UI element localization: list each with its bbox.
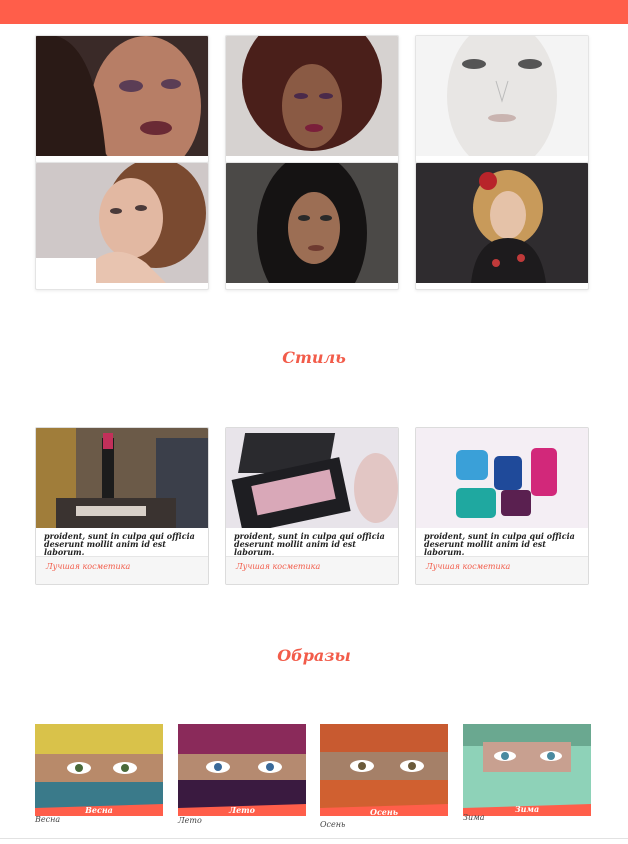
season-caption-spring: Весна [35, 815, 61, 824]
season-label-summer: Лето [229, 805, 255, 815]
season-label-spring: Весна [85, 805, 113, 815]
top-bar [0, 0, 628, 24]
cosmetics-link-3[interactable]: Лучшая косметика [426, 562, 510, 571]
section-title-looks: Образы [277, 646, 351, 665]
cosmetics-text-1: proident, sunt in culpa qui officia dese… [44, 531, 195, 557]
cosmetics-image-3 [416, 428, 588, 528]
season-image-winter [463, 724, 591, 808]
cosmetics-card-1[interactable]: proident, sunt in culpa qui officia dese… [35, 427, 209, 585]
cosmetics-text-2: proident, sunt in culpa qui officia dese… [234, 531, 385, 557]
bottom-divider [0, 838, 628, 839]
cosmetics-card-3[interactable]: proident, sunt in culpa qui officia dese… [415, 427, 589, 585]
season-card-spring[interactable]: Весна [35, 724, 163, 816]
portrait-card-2[interactable] [225, 35, 399, 163]
cosmetics-link-2[interactable]: Лучшая косметика [236, 562, 320, 571]
season-card-autumn[interactable]: Осень [320, 724, 448, 817]
cosmetics-image-1 [36, 428, 208, 528]
season-card-summer[interactable]: Лето [178, 724, 306, 816]
season-caption-autumn: Осень [320, 820, 346, 829]
portrait-image-2 [226, 36, 398, 156]
portrait-card-6[interactable] [415, 162, 589, 290]
portrait-card-3[interactable] [415, 35, 589, 163]
season-caption-summer: Лето [178, 816, 202, 825]
portrait-card-1[interactable] [35, 35, 209, 163]
cosmetics-text-3: proident, sunt in culpa qui officia dese… [424, 531, 575, 557]
cosmetics-card-2[interactable]: proident, sunt in culpa qui officia dese… [225, 427, 399, 585]
portrait-image-1 [36, 36, 208, 156]
cosmetics-link-1[interactable]: Лучшая косметика [46, 562, 130, 571]
portrait-image-4 [36, 163, 208, 283]
season-caption-winter: Зима [463, 813, 485, 822]
section-title-style: Стиль [282, 348, 346, 367]
cosmetics-image-2 [226, 428, 398, 528]
season-image-spring [35, 724, 163, 808]
season-image-summer [178, 724, 306, 808]
portrait-card-4[interactable] [35, 162, 209, 290]
season-card-winter[interactable]: Зима [463, 724, 591, 816]
portrait-card-5[interactable] [225, 162, 399, 290]
season-label-autumn: Осень [369, 807, 399, 817]
portrait-image-3 [416, 36, 588, 156]
portrait-image-6 [416, 163, 588, 283]
season-image-autumn [320, 724, 448, 808]
portrait-image-5 [226, 163, 398, 283]
